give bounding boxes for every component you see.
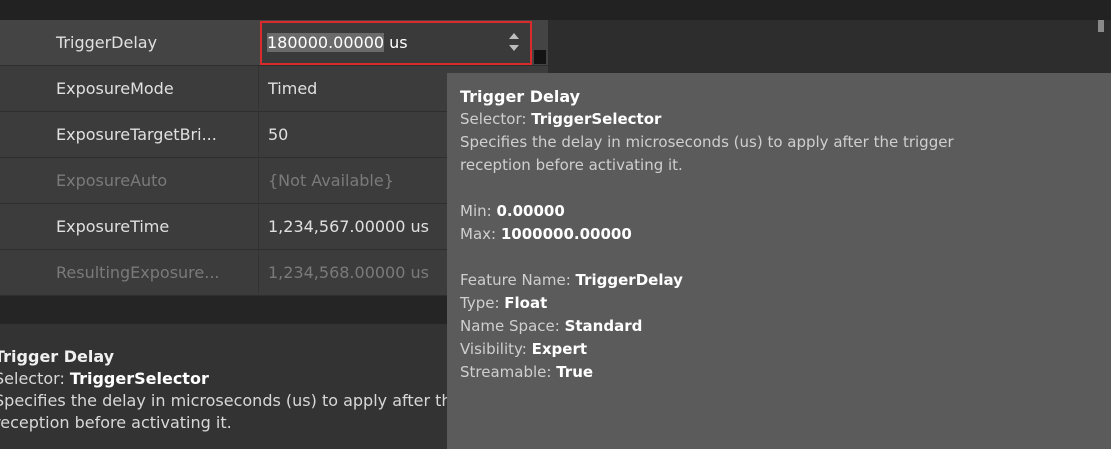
column-divider bbox=[258, 250, 259, 296]
triggerdelay-value-input[interactable]: 180000.00000 us bbox=[260, 21, 532, 65]
property-name: ResultingExposure... bbox=[56, 263, 220, 282]
tooltip-selector-label: Selector: bbox=[460, 110, 532, 128]
description-selector-value: TriggerSelector bbox=[69, 369, 209, 388]
top-strip bbox=[0, 0, 1111, 20]
value-unit: us bbox=[384, 33, 408, 52]
property-value: {Not Available} bbox=[268, 171, 394, 190]
tooltip-streamable-label: Streamable: bbox=[460, 363, 557, 381]
tooltip-visibility-label: Visibility: bbox=[460, 340, 532, 358]
corner-marker bbox=[1098, 20, 1104, 32]
tooltip-streamable-value: True bbox=[556, 363, 594, 381]
tooltip-namespace-value: Standard bbox=[564, 317, 643, 335]
property-name: ExposureTargetBri... bbox=[56, 125, 217, 144]
description-text-line2: reception before activating it. bbox=[0, 413, 232, 432]
tooltip-max-value: 1000000.00000 bbox=[500, 225, 632, 243]
column-divider bbox=[258, 112, 259, 158]
tooltip-text-line2: reception before activating it. bbox=[460, 156, 683, 174]
feature-tooltip: Trigger Delay Selector: TriggerSelector … bbox=[447, 73, 1111, 449]
tooltip-title: Trigger Delay bbox=[460, 87, 581, 106]
description-text-line1: Specifies the delay in microseconds (us)… bbox=[0, 391, 521, 410]
property-value: 1,234,568.00000 us bbox=[268, 263, 429, 282]
resize-handle[interactable] bbox=[534, 50, 546, 64]
tooltip-visibility-value: Expert bbox=[531, 340, 588, 358]
tooltip-type-value: Float bbox=[504, 294, 548, 312]
column-divider bbox=[258, 158, 259, 204]
spin-down-icon[interactable] bbox=[509, 45, 519, 51]
property-name: ExposureAuto bbox=[56, 171, 168, 190]
property-row-triggerdelay[interactable]: TriggerDelay 180000.00000 us bbox=[0, 20, 548, 66]
selected-value-text: 180000.00000 bbox=[267, 33, 385, 52]
spin-buttons[interactable] bbox=[508, 31, 520, 55]
tooltip-feature-name-label: Feature Name: bbox=[460, 271, 576, 289]
property-name: ExposureMode bbox=[56, 79, 174, 98]
tooltip-text-line1: Specifies the delay in microseconds (us)… bbox=[460, 133, 954, 151]
spin-up-icon[interactable] bbox=[509, 33, 519, 39]
tooltip-namespace-label: Name Space: bbox=[460, 317, 565, 335]
tooltip-max-label: Max: bbox=[460, 225, 501, 243]
column-divider bbox=[258, 204, 259, 250]
tooltip-min-label: Min: bbox=[460, 202, 497, 220]
property-value: 1,234,567.00000 us bbox=[268, 217, 429, 236]
tooltip-feature-name-value: TriggerDelay bbox=[575, 271, 683, 289]
tooltip-min-value: 0.00000 bbox=[496, 202, 565, 220]
description-title: Trigger Delay bbox=[0, 347, 115, 366]
property-name: TriggerDelay bbox=[56, 33, 158, 52]
tooltip-selector-value: TriggerSelector bbox=[531, 110, 662, 128]
tooltip-type-label: Type: bbox=[460, 294, 505, 312]
description-selector-label: Selector: bbox=[0, 369, 70, 388]
column-divider bbox=[258, 66, 259, 112]
property-value: 50 bbox=[268, 125, 289, 144]
property-name: ExposureTime bbox=[56, 217, 170, 236]
property-value: Timed bbox=[268, 79, 318, 98]
